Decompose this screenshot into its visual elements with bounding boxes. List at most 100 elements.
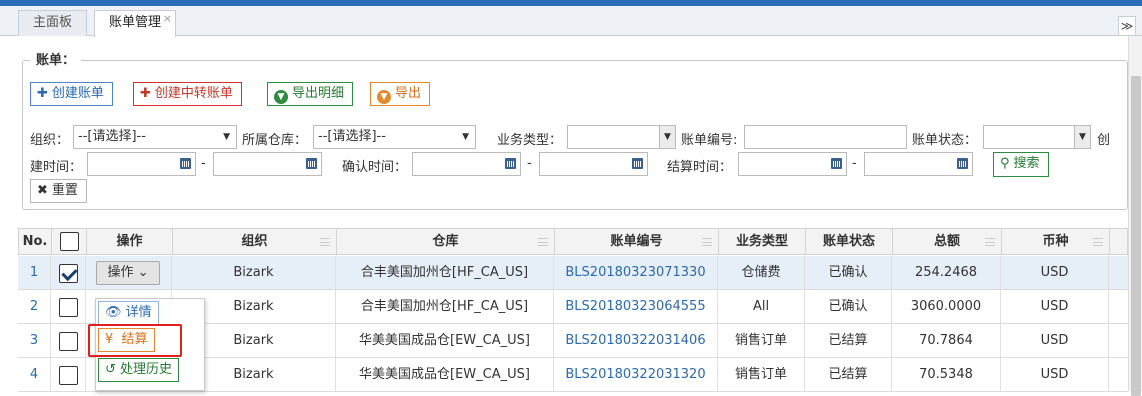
settle-time-label: 结算时间： [667,160,733,175]
header-warehouse[interactable]: 仓库 [337,229,555,255]
bill-status-select[interactable]: ▼ [983,125,1091,149]
create-bill-button[interactable]: ✚ 创建账单 [30,82,113,106]
cell-bill-no[interactable]: BLS20180323064555 [554,290,718,324]
column-menu-icon[interactable] [985,238,995,246]
tab-close-icon[interactable]: × [163,7,172,31]
header-currency[interactable]: 币种 [1002,229,1110,255]
operation-dropdown-button[interactable]: 操作 ⌄ [96,261,160,285]
bill-no-label: 账单编号: [681,133,738,148]
calendar-icon[interactable] [957,158,968,169]
tab-dashboard-label: 主面板 [33,15,73,30]
settle-time-start-input[interactable] [738,152,847,176]
cell-biz-type: 销售订单 [718,358,805,392]
detail-menu-item[interactable]: 👁 详情 [98,301,159,325]
confirm-time-end-input[interactable] [539,152,648,176]
header-org[interactable]: 组织 [173,229,337,255]
column-menu-icon[interactable] [320,238,330,246]
range-separator: - [201,156,206,171]
create-time-end-input[interactable] [213,152,322,176]
calendar-icon[interactable] [505,158,516,169]
tab-dashboard[interactable]: 主面板 [18,10,88,36]
confirm-time-start-input[interactable] [412,152,521,176]
cell-currency: USD [1001,358,1109,392]
header-warehouse-label: 仓库 [432,234,459,249]
eye-icon: 👁 [105,305,122,320]
column-menu-icon[interactable] [702,238,712,246]
column-menu-icon[interactable] [1093,238,1103,246]
table-row[interactable]: 1 操作 ⌄ Bizark 合丰美国加州仓[HF_CA_US] BLS201803230… [18,256,1128,290]
header-biz-type[interactable]: 业务类型 [719,229,806,255]
row-checkbox[interactable] [59,298,78,317]
page-scrollbar[interactable] [1128,36,1142,396]
operation-cell: 操作 ⌄ [86,256,172,290]
cell-status: 已确认 [805,256,892,290]
org-select[interactable]: --[请选择]-- ▼ [73,125,237,149]
column-menu-icon[interactable] [538,238,548,246]
history-icon: ↺ [105,362,116,377]
export-detail-button[interactable]: ▼ 导出明细 [267,82,354,106]
panel-legend: 账单： [30,49,82,68]
calendar-icon[interactable] [632,158,643,169]
detail-label: 详情 [125,305,152,320]
row-checkbox[interactable] [59,332,78,351]
cell-no: 4 [18,358,51,392]
tab-bill-management[interactable]: 账单管理 × [94,7,177,37]
tab-strip: 主面板 账单管理 × ≫ [0,6,1142,37]
search-button[interactable]: ⚲ 搜索 [993,152,1049,177]
biz-type-select[interactable]: ▼ [567,125,676,149]
header-currency-label: 币种 [1042,234,1069,249]
cell-total: 254.2468 [892,256,1001,290]
create-time-label-part1: 创 [1097,133,1111,148]
calendar-icon[interactable] [306,158,317,169]
cell-warehouse: 合丰美国加州仓[HF_CA_US] [336,256,554,290]
chevron-down-icon: ▼ [1074,126,1090,148]
history-menu-item[interactable]: ↺ 处理历史 [98,358,180,382]
bill-status-label: 账单状态： [912,133,978,148]
cell-status: 已确认 [805,290,892,324]
calendar-icon[interactable] [180,158,191,169]
scrollbar-thumb[interactable] [1131,76,1141,396]
search-label: 搜索 [1013,156,1040,171]
tab-overflow-button[interactable]: ≫ [1118,16,1136,36]
header-select-all [52,229,87,255]
header-total[interactable]: 总额 [893,229,1002,255]
row-select-cell [51,358,86,392]
row-checkbox[interactable] [59,366,78,385]
cell-no: 3 [18,324,51,358]
cell-org: Bizark [172,256,336,290]
cell-biz-type: 销售订单 [718,324,805,358]
select-all-checkbox[interactable] [60,232,79,251]
settle-time-end-input[interactable] [864,152,973,176]
cell-currency: USD [1001,324,1109,358]
calendar-icon[interactable] [831,158,842,169]
cell-bill-no[interactable]: BLS20180322031320 [554,358,718,392]
export-detail-label: 导出明细 [292,86,345,101]
header-bill-no-label: 账单编号 [610,234,663,249]
create-bill-label: 创建账单 [51,86,104,101]
create-transfer-bill-button[interactable]: ✚ 创建中转账单 [133,82,242,106]
cell-bill-no[interactable]: BLS20180323071330 [554,256,718,290]
row-select-cell [51,290,86,324]
row-select-cell [51,256,86,290]
header-operation: 操作 [87,229,173,255]
cell-status: 已结算 [805,324,892,358]
reset-label: 重置 [51,183,78,198]
chevron-down-icon: ▼ [659,126,675,148]
header-bill-no[interactable]: 账单编号 [555,229,719,255]
export-label: 导出 [395,86,422,101]
create-transfer-bill-label: 创建中转账单 [154,86,233,101]
reset-button[interactable]: ✖ 重置 [30,179,87,203]
cell-warehouse: 合丰美国加州仓[HF_CA_US] [336,290,554,324]
row-checkbox[interactable] [59,264,78,283]
cell-warehouse: 华美美国成品仓[EW_CA_US] [336,358,554,392]
bill-no-input[interactable] [744,125,907,149]
export-button[interactable]: ▼ 导出 [370,82,431,106]
create-time-start-input[interactable] [87,152,196,176]
header-status[interactable]: 账单状态 [806,229,893,255]
history-label: 处理历史 [120,362,173,377]
header-org-label: 组织 [241,234,268,249]
warehouse-select[interactable]: --[请选择]-- ▼ [313,125,476,149]
header-no: No. [19,229,52,255]
cell-no: 2 [18,290,51,324]
cell-bill-no[interactable]: BLS20180322031406 [554,324,718,358]
